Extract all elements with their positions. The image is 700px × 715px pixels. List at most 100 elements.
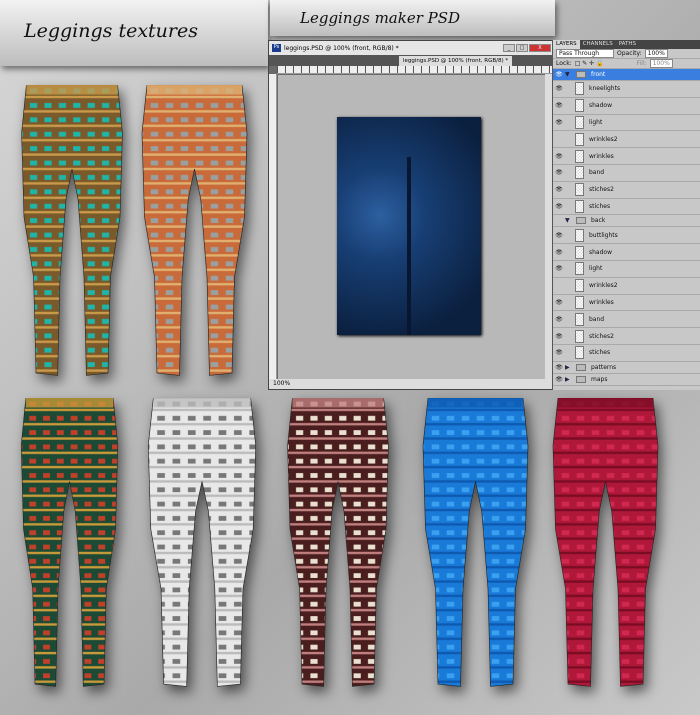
legging-brown-squares: [278, 397, 398, 696]
legging-ethnic-green: [12, 397, 127, 696]
layer-name: buttlights: [589, 231, 618, 239]
window-title: leggings.PSD @ 100% (front, RGB/8) *: [284, 44, 399, 52]
layer-thumbnail: [575, 149, 584, 163]
eye-icon[interactable]: 👁: [553, 232, 565, 239]
layer-stiches2[interactable]: 👁 stiches2: [553, 182, 700, 199]
layer-thumbnail: [575, 245, 584, 259]
layer-stiches[interactable]: 👁 stiches: [553, 199, 700, 216]
eye-icon[interactable]: 👁: [553, 265, 565, 272]
eye-icon[interactable]: 👁: [553, 119, 565, 126]
leggings-texture-document: [337, 117, 481, 335]
layer-band[interactable]: 👁 band: [553, 165, 700, 182]
expand-down-icon[interactable]: ▼: [565, 71, 573, 78]
fill-input[interactable]: 100%: [649, 59, 673, 68]
layer-shadow[interactable]: 👁 shadow: [553, 244, 700, 261]
leggings-maker-title: Leggings maker PSD: [270, 0, 555, 36]
eye-icon[interactable]: 👁: [553, 169, 565, 176]
layer-thumbnail: [575, 183, 584, 197]
eye-icon[interactable]: 👁: [553, 299, 565, 306]
eye-icon[interactable]: 👁: [553, 364, 565, 371]
layer-light[interactable]: 👁 light: [553, 261, 700, 278]
blend-mode-select[interactable]: Pass Through: [556, 49, 614, 58]
layer-wrinkles2[interactable]: wrinkles2: [553, 131, 700, 149]
layer-group-front[interactable]: 👁 ▼ front: [553, 69, 700, 81]
eye-icon[interactable]: 👁: [553, 376, 565, 383]
folder-icon: [576, 375, 586, 383]
canvas-area[interactable]: [278, 75, 545, 379]
eye-icon[interactable]: 👁: [553, 71, 565, 78]
layer-group-maps[interactable]: 👁 ▶ maps: [553, 374, 700, 386]
layer-thumbnail: [575, 132, 584, 146]
eye-icon[interactable]: 👁: [553, 153, 565, 160]
layer-buttlights[interactable]: 👁 buttlights: [553, 227, 700, 245]
minimize-button[interactable]: _: [503, 44, 515, 52]
layer-name: wrinkles: [589, 298, 614, 306]
zoom-level: 100%: [269, 379, 553, 389]
layer-wrinkles[interactable]: 👁 wrinkles: [553, 295, 700, 312]
eye-icon[interactable]: 👁: [553, 349, 565, 356]
fill-label: Fill:: [636, 60, 647, 67]
eye-icon[interactable]: 👁: [553, 316, 565, 323]
horizontal-ruler: [277, 66, 553, 74]
layer-name: stiches: [589, 202, 611, 210]
layer-group-patterns[interactable]: 👁 ▶ patterns: [553, 362, 700, 374]
eye-icon[interactable]: 👁: [553, 203, 565, 210]
layer-name: band: [589, 169, 605, 177]
eye-icon[interactable]: 👁: [553, 85, 565, 92]
maximize-button[interactable]: □: [516, 44, 528, 52]
expand-right-icon[interactable]: ▶: [565, 364, 573, 371]
close-button[interactable]: X: [529, 44, 551, 52]
lock-icons[interactable]: □ ✎ ✛ 🔒: [575, 60, 604, 67]
legging-aztec-teal: [12, 84, 132, 385]
layer-name: front: [591, 71, 606, 78]
eye-icon[interactable]: 👁: [553, 102, 565, 109]
layer-name: stiches2: [589, 332, 614, 340]
layer-wrinkles2[interactable]: wrinkles2: [553, 278, 700, 295]
layer-thumbnail: [575, 166, 584, 180]
layer-light[interactable]: 👁 light: [553, 115, 700, 132]
layer-wrinkles[interactable]: 👁 wrinkles: [553, 148, 700, 165]
folder-icon: [576, 217, 586, 225]
layer-thumbnail: [575, 262, 584, 276]
layer-thumbnail: [575, 329, 584, 343]
expand-right-icon[interactable]: ▶: [565, 376, 573, 383]
layer-thumbnail: [575, 312, 584, 326]
layer-thumbnail: [575, 99, 584, 113]
tab-channels[interactable]: CHANNELS: [580, 40, 616, 49]
layer-name: shadow: [589, 248, 612, 256]
photoshop-logo-icon: Ps: [272, 44, 281, 52]
layer-group-back[interactable]: ▼ back: [553, 215, 700, 228]
layer-name: stiches: [589, 349, 611, 357]
layer-name: stiches2: [589, 186, 614, 194]
layer-name: shadow: [589, 102, 612, 110]
tab-paths[interactable]: PATHS: [616, 40, 639, 49]
tab-layers[interactable]: LAYERS: [553, 40, 580, 49]
layers-panel: LAYERS CHANNELS PATHS Pass Through Opaci…: [552, 40, 700, 390]
eye-icon[interactable]: 👁: [553, 249, 565, 256]
layer-thumbnail: [575, 82, 584, 96]
layer-shadow[interactable]: 👁 shadow: [553, 98, 700, 115]
photoshop-document-window: Ps leggings.PSD @ 100% (front, RGB/8) * …: [268, 40, 554, 390]
folder-icon: [576, 71, 586, 78]
layer-stiches2[interactable]: 👁 stiches2: [553, 328, 700, 345]
layer-name: patterns: [591, 363, 617, 371]
layer-name: kneelights: [589, 85, 621, 93]
layer-name: wrinkles: [589, 152, 614, 160]
legging-blue-plaid: [413, 397, 538, 696]
layer-name: wrinkles2: [589, 282, 618, 290]
layer-thumbnail: [575, 115, 584, 129]
document-tab[interactable]: leggings.PSD @ 100% (front, RGB/8) *: [399, 56, 513, 66]
layer-band[interactable]: 👁 band: [553, 311, 700, 329]
eye-icon[interactable]: 👁: [553, 186, 565, 193]
folder-icon: [576, 363, 586, 371]
layer-name: band: [589, 315, 605, 323]
layer-stiches[interactable]: 👁 stiches: [553, 345, 700, 362]
window-titlebar: Ps leggings.PSD @ 100% (front, RGB/8) * …: [269, 41, 553, 55]
leggings-textures-title: Leggings textures: [0, 0, 268, 66]
eye-icon[interactable]: 👁: [553, 333, 565, 340]
opacity-input[interactable]: 100%: [644, 49, 668, 58]
layer-name: light: [589, 118, 603, 126]
opacity-label: Opacity:: [617, 50, 642, 57]
expand-down-icon[interactable]: ▼: [565, 217, 573, 224]
layer-kneelights[interactable]: 👁 kneelights: [553, 81, 700, 98]
